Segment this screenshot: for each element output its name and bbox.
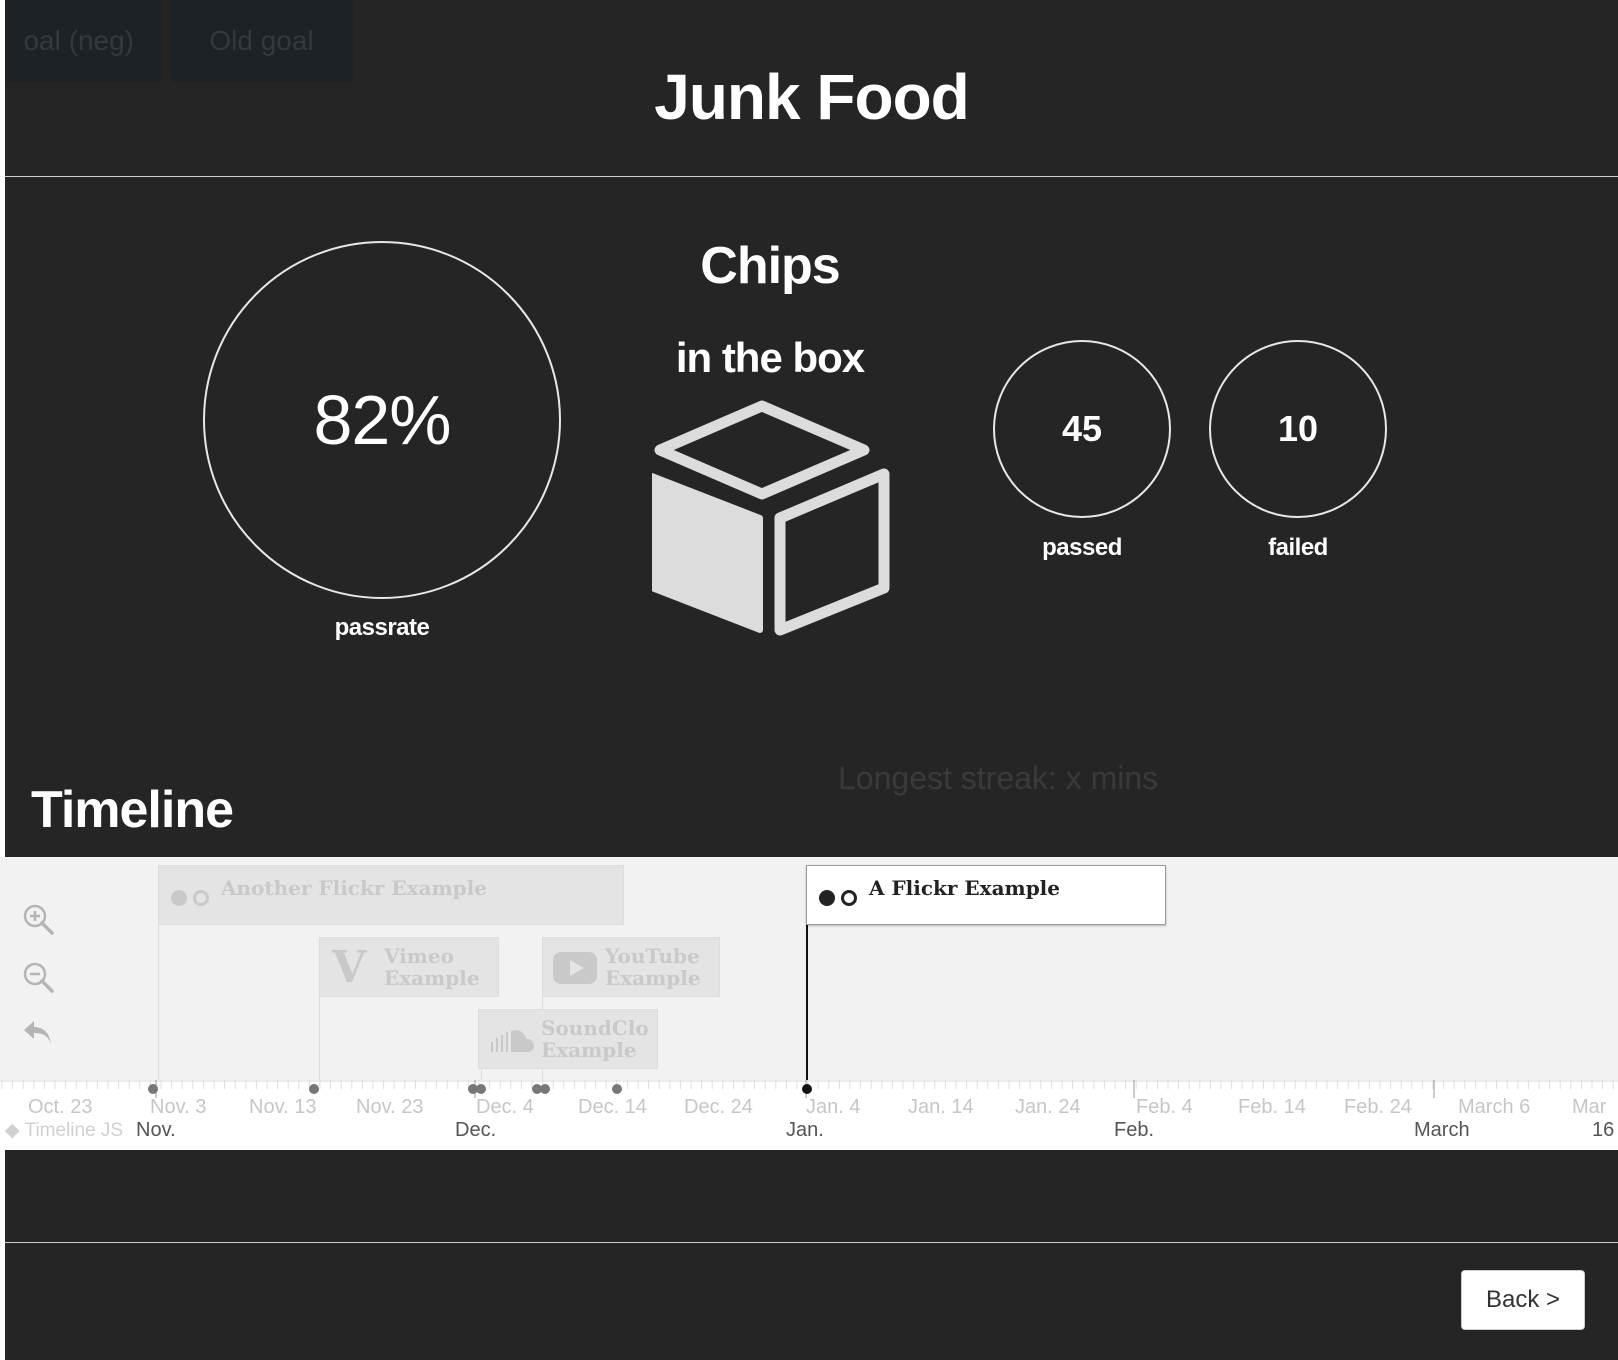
passrate-circle: 82% [203,241,561,599]
timeline-brand-text: Timeline JS [24,1120,124,1141]
event-stem [481,1069,482,1080]
title-divider [5,176,1618,177]
back-to-start-icon[interactable] [20,1015,56,1051]
event-title: A Flickr Example [869,876,1061,900]
timeline-widget[interactable]: Another Flickr Example V Vimeo Example Y… [0,857,1618,1150]
flickr-icon [819,890,835,906]
timeline-tick-label: Dec. 4 [476,1096,534,1118]
passed-circle: 45 [993,340,1171,518]
habit-name: Chips [700,237,840,295]
event-stem [158,923,159,1080]
event-title-line: Vimeo [384,944,454,968]
youtube-icon [553,952,597,984]
passed-value: 45 [1061,408,1103,449]
vimeo-icon: V [332,942,367,993]
timeline-tick-label: Dec. 14 [578,1096,647,1118]
timeline-event[interactable]: V Vimeo Example [319,937,499,997]
flickr-icon [171,890,187,906]
timeline-event[interactable]: SoundClo Example [478,1009,658,1069]
page-title: Junk Food [654,61,970,133]
footer-panel [5,1150,1618,1360]
timeline-event-active[interactable]: A Flickr Example [806,865,1166,925]
timeline-major-label: Nov. [136,1119,176,1141]
flickr-icon-ring [841,890,857,906]
timeline-tick-label: Feb. 14 [1238,1096,1306,1118]
timeline-tick-label: Jan. 14 [908,1096,974,1118]
passrate-value: 82% [313,381,451,459]
event-marker[interactable] [148,1084,158,1094]
soundcloud-icon [491,1030,534,1052]
active-event-stem [806,925,808,1080]
timeline-event[interactable]: Another Flickr Example [158,865,624,925]
timeline-tick-label: Dec. 24 [684,1096,753,1118]
failed-label: failed [1268,534,1328,561]
timeline-tick-label: Oct. 23 [28,1096,93,1118]
event-title-line: YouTube [605,944,700,968]
box-icon [652,400,890,636]
back-button[interactable]: Back > [1461,1270,1585,1330]
timeline-major-label: Dec. [455,1119,497,1141]
timeline-brand: ◆ Timeline JS [5,1120,124,1141]
timeline-tick-label: Feb. 4 [1136,1096,1193,1118]
timeline-event[interactable]: YouTube Example [542,937,720,997]
timeline-heading: Timeline [31,781,234,839]
zoom-out-icon[interactable] [20,959,56,995]
event-title-line: SoundClo [541,1016,649,1040]
passrate-label: passrate [334,614,430,641]
timeline-major-label: Feb. [1114,1119,1155,1141]
active-event-marker[interactable] [802,1084,812,1094]
event-title-line: Example [384,966,480,990]
event-marker[interactable] [612,1084,622,1094]
timeline-major-label: Jan. [786,1119,824,1141]
zoom-in-icon[interactable] [20,901,56,937]
timeline-tick-label: March 6 [1458,1096,1531,1118]
habit-status: in the box [675,334,865,381]
timeline-tick-label: Nov. 13 [249,1096,317,1118]
event-title-line: Example [605,966,701,990]
timeline-tick-label: Jan. 4 [806,1096,861,1118]
passed-label: passed [1042,534,1122,561]
timeline-tick-label: Feb. 24 [1344,1096,1412,1118]
timeline-tick-label: Mar [1572,1096,1607,1118]
event-marker[interactable] [540,1084,550,1094]
timeline-major-label: March [1414,1119,1470,1141]
flickr-icon-ring [193,890,209,906]
timeline-tick-label: Nov. 23 [356,1096,424,1118]
failed-circle: 10 [1209,340,1387,518]
timeline-stage[interactable]: Another Flickr Example V Vimeo Example Y… [0,857,1618,1080]
timeline-tick-label: Jan. 24 [1015,1096,1081,1118]
event-title-line: Example [541,1038,637,1062]
event-stem [319,997,320,1080]
timeline-tick-label: Nov. 3 [150,1096,207,1118]
event-marker[interactable] [476,1084,486,1094]
failed-value: 10 [1277,408,1319,449]
timeline-major-label: 16 [1592,1119,1615,1141]
longest-streak-text: Longest streak: x mins [838,760,1159,796]
footer-divider [5,1242,1618,1243]
event-marker[interactable] [309,1084,319,1094]
event-title: Another Flickr Example [221,876,487,900]
